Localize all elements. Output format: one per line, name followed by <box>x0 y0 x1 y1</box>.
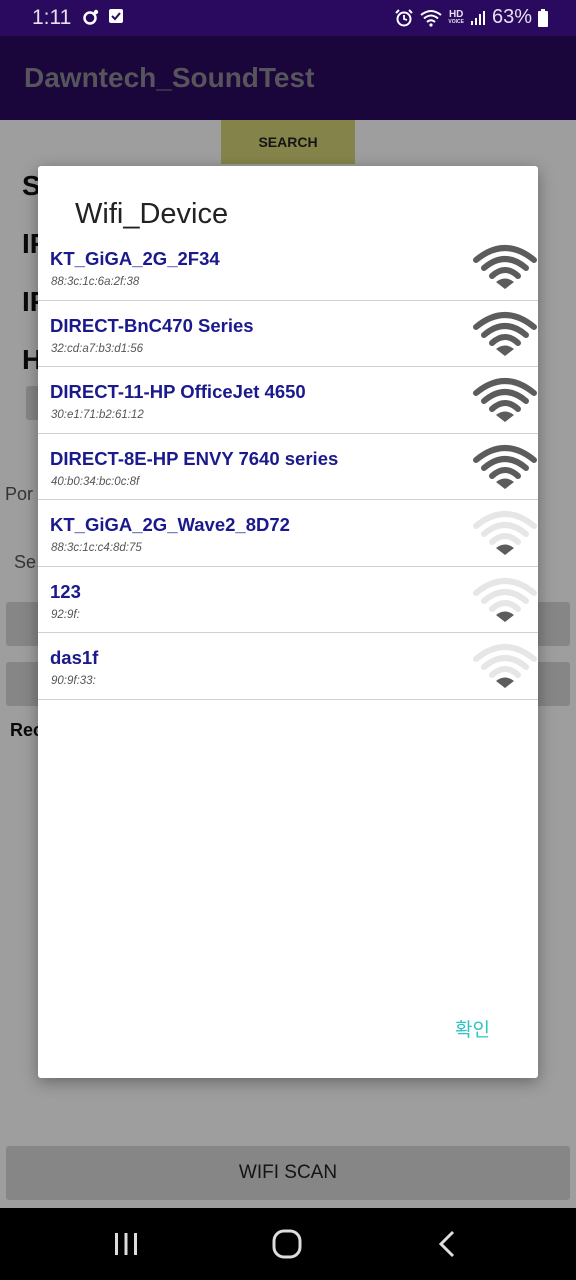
hd-label: HD <box>448 9 464 20</box>
status-left-icons <box>82 8 124 26</box>
wifi-full-icon <box>473 245 537 289</box>
recent-apps-icon[interactable] <box>108 1226 144 1262</box>
wifi-full-icon <box>473 444 537 489</box>
alarm-icon <box>395 8 414 26</box>
device-row[interactable]: DIRECT-11-HP OfficeJet 4650 30:e1:71:b2:6… <box>38 367 538 434</box>
status-time: 1:11 <box>32 6 72 29</box>
wifi-full-icon <box>473 378 537 422</box>
confirm-button[interactable]: 확인 <box>455 1015 490 1042</box>
device-name: KT_GiGA_2G_Wave2_8D72 <box>50 514 290 535</box>
device-name: DIRECT-11-HP OfficeJet 4650 <box>50 381 306 402</box>
device-name: 123 <box>50 580 81 602</box>
device-name: DIRECT-8E-HP ENVY 7640 series <box>50 447 339 469</box>
dialog-title: Wifi_Device <box>75 198 229 230</box>
wifi-full-icon <box>473 311 537 356</box>
device-list: KT_GiGA_2G_2F34 88:3c:1c:6a:2f:38 DIRECT-B… <box>38 234 538 700</box>
status-right-icons: HD VOICE 63% <box>394 6 548 29</box>
device-mac: 40:b0:34:bc:0c:8f <box>51 475 140 488</box>
notification-ring-icon <box>83 9 99 25</box>
device-name: DIRECT-BnC470 Series <box>50 314 254 336</box>
device-mac: 88:3c:1c:c4:8d:75 <box>51 542 142 554</box>
wifi-status-icon <box>420 9 443 27</box>
battery-percent: 63% <box>491 6 532 28</box>
device-mac: 92:9f: <box>51 608 80 621</box>
navigation-bar <box>0 1208 576 1280</box>
device-row[interactable]: DIRECT-BnC470 Series 32:cd:a7:b3:d1:56 <box>38 301 538 367</box>
signal-bars-icon <box>470 10 485 25</box>
wifi-weak-icon <box>473 644 537 688</box>
device-mac: 90:9f:33: <box>51 675 96 687</box>
hd-voice-badge: HD VOICE <box>448 9 464 26</box>
device-row[interactable]: 123 92:9f: <box>38 567 538 633</box>
wifi-device-dialog: Wifi_Device KT_GiGA_2G_2F34 88:3c:1c:6a:2… <box>38 166 538 1078</box>
wifi-weak-icon <box>473 577 537 622</box>
device-mac: 88:3c:1c:6a:2f:38 <box>51 276 140 288</box>
voice-label: VOICE <box>448 19 464 25</box>
device-row[interactable]: KT_GiGA_2G_Wave2_8D72 88:3c:1c:c4:8d:75 <box>38 500 538 567</box>
checkbox-notification-icon <box>109 9 123 23</box>
device-row[interactable]: KT_GiGA_2G_2F34 88:3c:1c:6a:2f:38 <box>38 234 538 301</box>
wifi-weak-icon <box>473 511 537 555</box>
device-name: KT_GiGA_2G_2F34 <box>50 248 220 269</box>
device-row[interactable]: das1f 90:9f:33: <box>38 633 538 700</box>
device-name: das1f <box>50 647 99 668</box>
home-icon[interactable] <box>269 1226 305 1262</box>
status-bar: 1:11 HD VOICE 63% <box>0 0 576 36</box>
device-mac: 32:cd:a7:b3:d1:56 <box>51 342 144 355</box>
device-mac: 30:e1:71:b2:61:12 <box>51 409 144 421</box>
back-icon[interactable] <box>430 1226 466 1262</box>
device-row[interactable]: DIRECT-8E-HP ENVY 7640 series 40:b0:34:bc… <box>38 434 538 500</box>
battery-icon <box>538 8 548 27</box>
